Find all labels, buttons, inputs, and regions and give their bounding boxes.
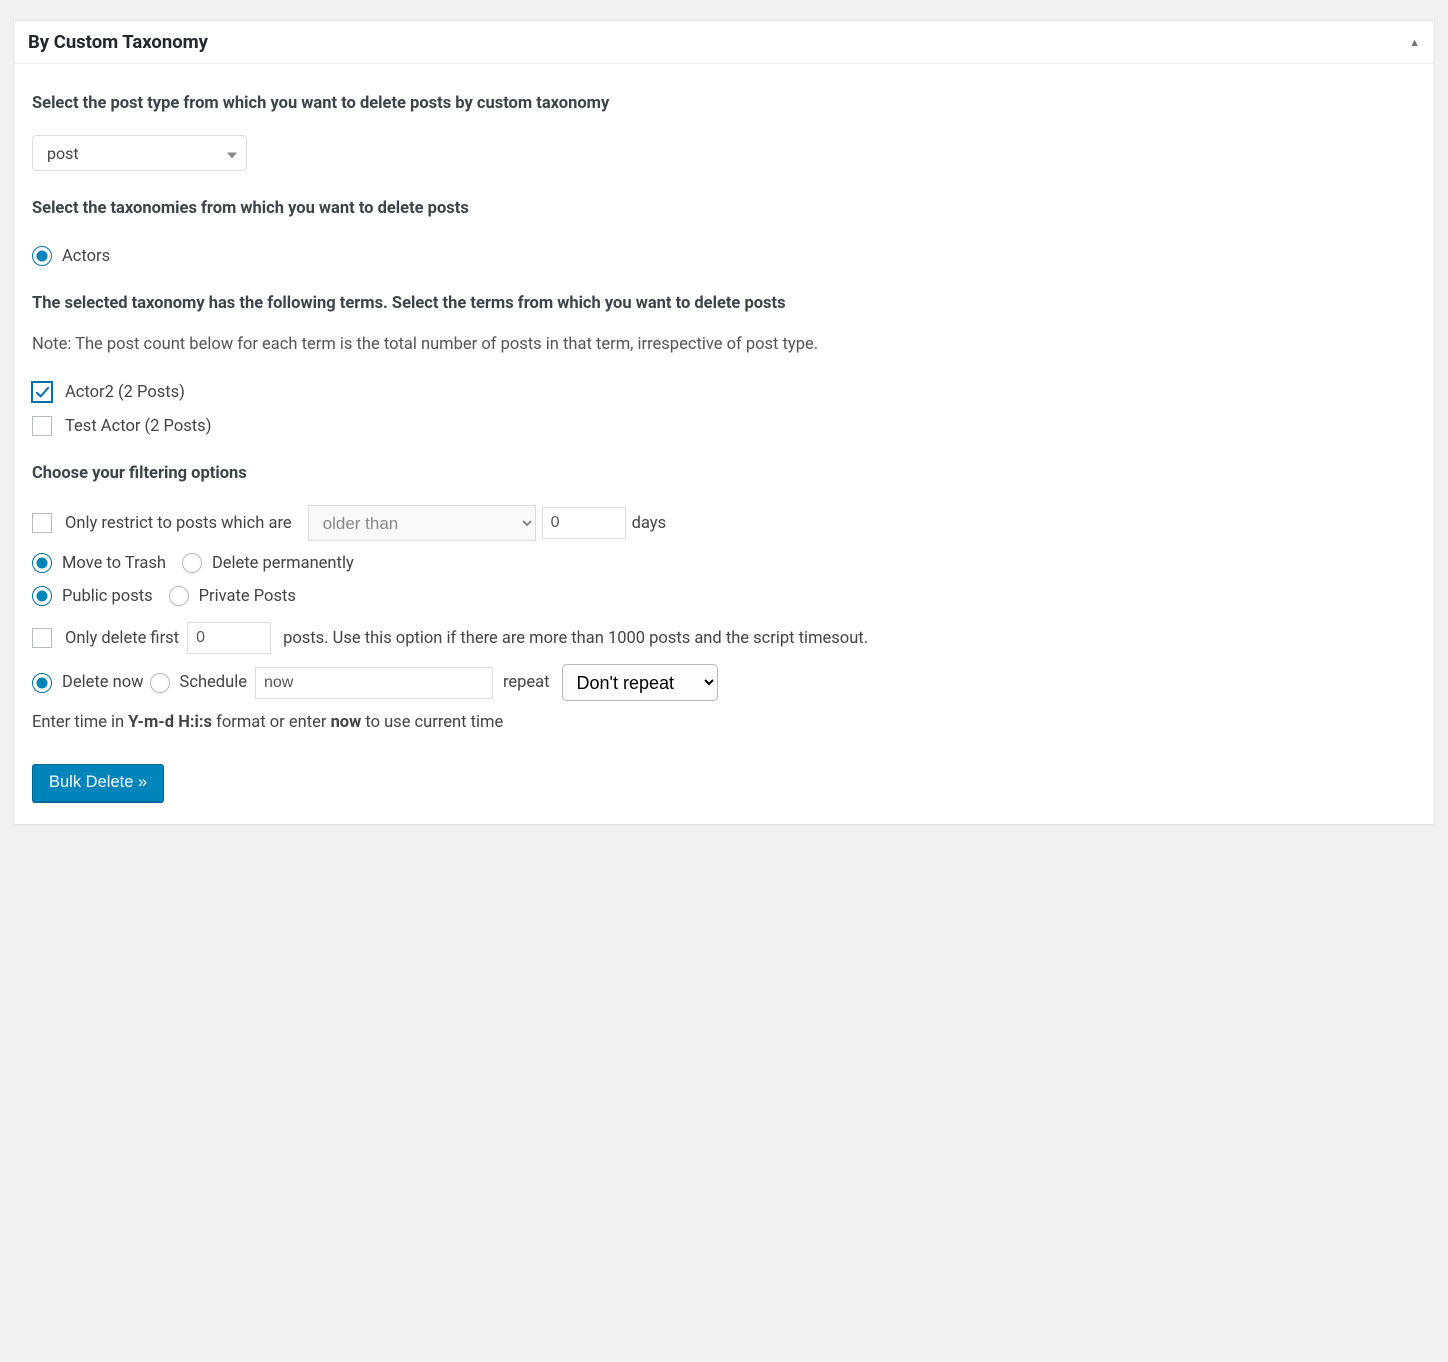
private-posts-label[interactable]: Private Posts bbox=[199, 587, 296, 606]
taxonomy-label: Select the taxonomies from which you wan… bbox=[32, 199, 1416, 218]
taxonomy-list: Actors bbox=[32, 240, 1416, 272]
limit-row: Only delete first posts. Use this option… bbox=[32, 622, 1416, 654]
term-item: Test Actor (2 Posts) bbox=[32, 410, 1416, 442]
limit-prefix[interactable]: Only delete first bbox=[65, 629, 179, 648]
by-custom-taxonomy-box: By Custom Taxonomy ▲ Select the post typ… bbox=[13, 20, 1435, 825]
term-item: Actor2 (2 Posts) bbox=[32, 376, 1416, 408]
terms-list: Actor2 (2 Posts) Test Actor (2 Posts) bbox=[32, 376, 1416, 442]
restrict-days-input[interactable] bbox=[542, 507, 626, 539]
term-item-label[interactable]: Actor2 (2 Posts) bbox=[65, 383, 185, 402]
public-posts-label[interactable]: Public posts bbox=[62, 587, 153, 606]
bulk-delete-button[interactable]: Bulk Delete » bbox=[32, 764, 164, 802]
terms-note: Note: The post count below for each term… bbox=[32, 335, 1416, 354]
delete-now-label[interactable]: Delete now bbox=[62, 673, 144, 692]
public-posts-radio[interactable] bbox=[32, 586, 52, 606]
restrict-row: Only restrict to posts which are older t… bbox=[32, 505, 1416, 541]
collapse-toggle-icon[interactable]: ▲ bbox=[1409, 36, 1420, 49]
post-type-select[interactable]: post bbox=[32, 135, 247, 171]
private-posts-radio[interactable] bbox=[169, 586, 189, 606]
schedule-time-input[interactable] bbox=[255, 667, 493, 699]
time-note-now: now bbox=[331, 713, 362, 732]
term-item-label[interactable]: Test Actor (2 Posts) bbox=[65, 417, 211, 436]
schedule-label[interactable]: Schedule bbox=[180, 673, 247, 692]
postbox-title: By Custom Taxonomy bbox=[28, 31, 208, 53]
repeat-select[interactable]: Don't repeat bbox=[562, 664, 718, 701]
move-to-trash-radio[interactable] bbox=[32, 553, 52, 573]
time-note-format: Y-m-d H:i:s bbox=[128, 713, 212, 732]
restrict-checkbox[interactable] bbox=[32, 513, 52, 533]
restrict-age-select[interactable]: older than bbox=[308, 505, 536, 541]
time-format-note: Enter time in Y-m-d H:i:s format or ente… bbox=[32, 713, 1416, 732]
delete-now-radio[interactable] bbox=[32, 673, 52, 693]
delete-permanently-label[interactable]: Delete permanently bbox=[212, 554, 354, 573]
taxonomy-item: Actors bbox=[32, 240, 1416, 272]
postbox-header: By Custom Taxonomy ▲ bbox=[14, 21, 1434, 64]
time-note-suffix: to use current time bbox=[361, 713, 503, 732]
schedule-row: Delete now Schedule repeat Don't repeat bbox=[32, 664, 1416, 701]
limit-suffix: posts. Use this option if there are more… bbox=[283, 629, 868, 648]
visibility-row: Public posts Private Posts bbox=[32, 580, 1416, 612]
restrict-label[interactable]: Only restrict to posts which are bbox=[65, 514, 292, 533]
post-type-select-value: post bbox=[32, 135, 247, 171]
terms-label: The selected taxonomy has the following … bbox=[32, 294, 1416, 313]
filters-label: Choose your filtering options bbox=[32, 464, 1416, 483]
schedule-radio[interactable] bbox=[150, 673, 170, 693]
delete-mode-row: Move to Trash Delete permanently bbox=[32, 547, 1416, 579]
time-note-mid: format or enter bbox=[212, 713, 331, 732]
postbox-inside: Select the post type from which you want… bbox=[14, 64, 1434, 824]
limit-checkbox[interactable] bbox=[32, 628, 52, 648]
taxonomy-item-label[interactable]: Actors bbox=[62, 247, 110, 266]
delete-permanently-radio[interactable] bbox=[182, 553, 202, 573]
repeat-label: repeat bbox=[503, 673, 550, 692]
limit-input[interactable] bbox=[187, 622, 271, 654]
term-checkbox-actor2[interactable] bbox=[32, 382, 52, 402]
term-checkbox-test-actor[interactable] bbox=[32, 416, 52, 436]
post-type-label: Select the post type from which you want… bbox=[32, 94, 1416, 113]
days-label: days bbox=[632, 514, 666, 533]
move-to-trash-label[interactable]: Move to Trash bbox=[62, 554, 166, 573]
filters: Only restrict to posts which are older t… bbox=[32, 505, 1416, 732]
taxonomy-radio-actors[interactable] bbox=[32, 246, 52, 266]
time-note-prefix: Enter time in bbox=[32, 713, 128, 732]
